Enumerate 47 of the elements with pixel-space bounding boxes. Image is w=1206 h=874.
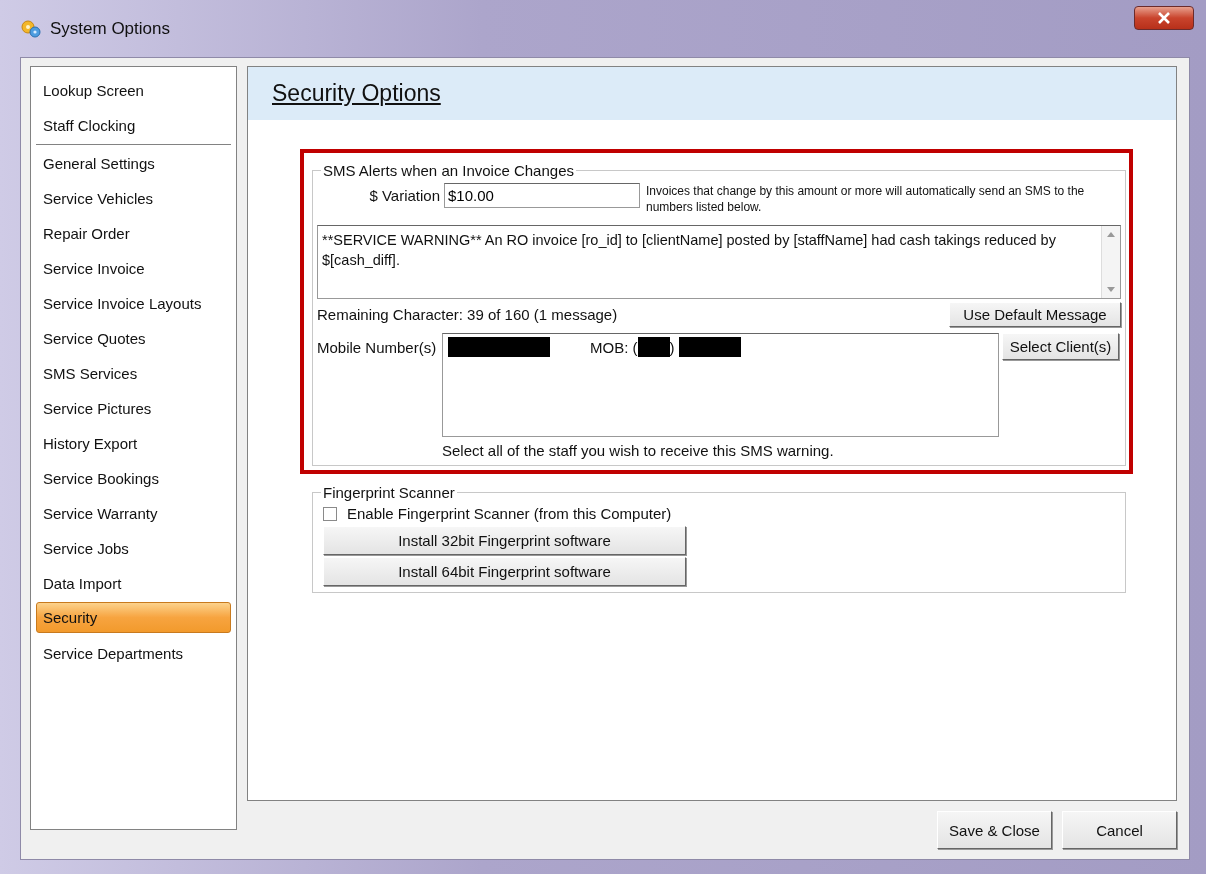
redaction-bar (678, 337, 741, 357)
close-icon (1158, 12, 1170, 24)
sidebar-item[interactable]: Service Vehicles (36, 180, 231, 215)
group-title: Fingerprint Scanner (322, 484, 456, 501)
sidebar-item[interactable]: Service Invoice Layouts (36, 285, 231, 320)
sidebar-item[interactable]: General Settings (36, 145, 231, 180)
sidebar-item[interactable]: Service Jobs (36, 530, 231, 565)
scroll-up-icon (1107, 232, 1115, 237)
gears-icon (20, 18, 42, 39)
sidebar-item[interactable]: Service Pictures (36, 390, 231, 425)
install-button[interactable]: Install 32bit Fingerprint software (323, 526, 686, 555)
redaction-bar (637, 337, 670, 357)
remaining-count: Remaining Character: 39 of 160 (1 message) (317, 306, 618, 323)
variation-hint: Invoices that change by this amount or more will automatically send an SMS to the numbers listed below. (646, 183, 1086, 215)
close-button[interactable] (1134, 6, 1194, 30)
cancel-button[interactable]: Cancel (1062, 811, 1177, 849)
mobile-number-text: ) (669, 338, 675, 356)
sidebar-item[interactable]: Service Departments (36, 635, 231, 670)
sidebar-item[interactable]: Repair Order (36, 215, 231, 250)
sidebar-item[interactable]: Service Warranty (36, 495, 231, 530)
checkbox-label: Enable Fingerprint Scanner (from this Computer) (347, 505, 672, 522)
group-title: SMS Alerts when an Invoice Changes (322, 162, 575, 179)
window-title: System Options (50, 18, 170, 39)
select-client-button[interactable]: Select Client(s) (1002, 333, 1119, 360)
checkbox[interactable] (323, 506, 337, 521)
sidebar-item[interactable]: Security (36, 602, 231, 633)
scroll-down-icon (1107, 287, 1115, 292)
panel-title: Security Options (272, 80, 441, 107)
variation-label: $ Variation (368, 186, 440, 204)
variation-field[interactable]: $10.00 (444, 183, 640, 208)
message-field[interactable]: **SERVICE WARNING** An RO invoice [ro_id] to [clientName] posted by [staffName] had cash takings reduced by $[cash_diff]. (317, 225, 1121, 299)
default-message-button[interactable]: Use Default Message (949, 302, 1121, 327)
sidebar-item[interactable]: Service Bookings (36, 460, 231, 495)
sidebar-item[interactable]: History Export (36, 425, 231, 460)
save-close-button[interactable]: Save & Close (937, 811, 1052, 849)
install-button[interactable]: Install 64bit Fingerprint software (323, 557, 686, 586)
staff-hint: Select all of the staff you wish to receive this SMS warning. (442, 442, 835, 459)
mobile-label: Mobile Number(s) (317, 338, 438, 356)
mobile-number-text: MOB: ( (590, 338, 638, 356)
sidebar-item[interactable]: Staff Clocking (36, 107, 231, 142)
sidebar-item[interactable]: Lookup Screen (36, 72, 231, 107)
sidebar-item[interactable]: SMS Services (36, 355, 231, 390)
mobile-list[interactable]: MOB: ( ) (442, 333, 999, 437)
sidebar-item[interactable]: Data Import (36, 565, 231, 600)
sidebar-item[interactable]: Service Quotes (36, 320, 231, 355)
scrollbar[interactable] (1101, 226, 1120, 298)
sidebar-item[interactable]: Service Invoice (36, 250, 231, 285)
